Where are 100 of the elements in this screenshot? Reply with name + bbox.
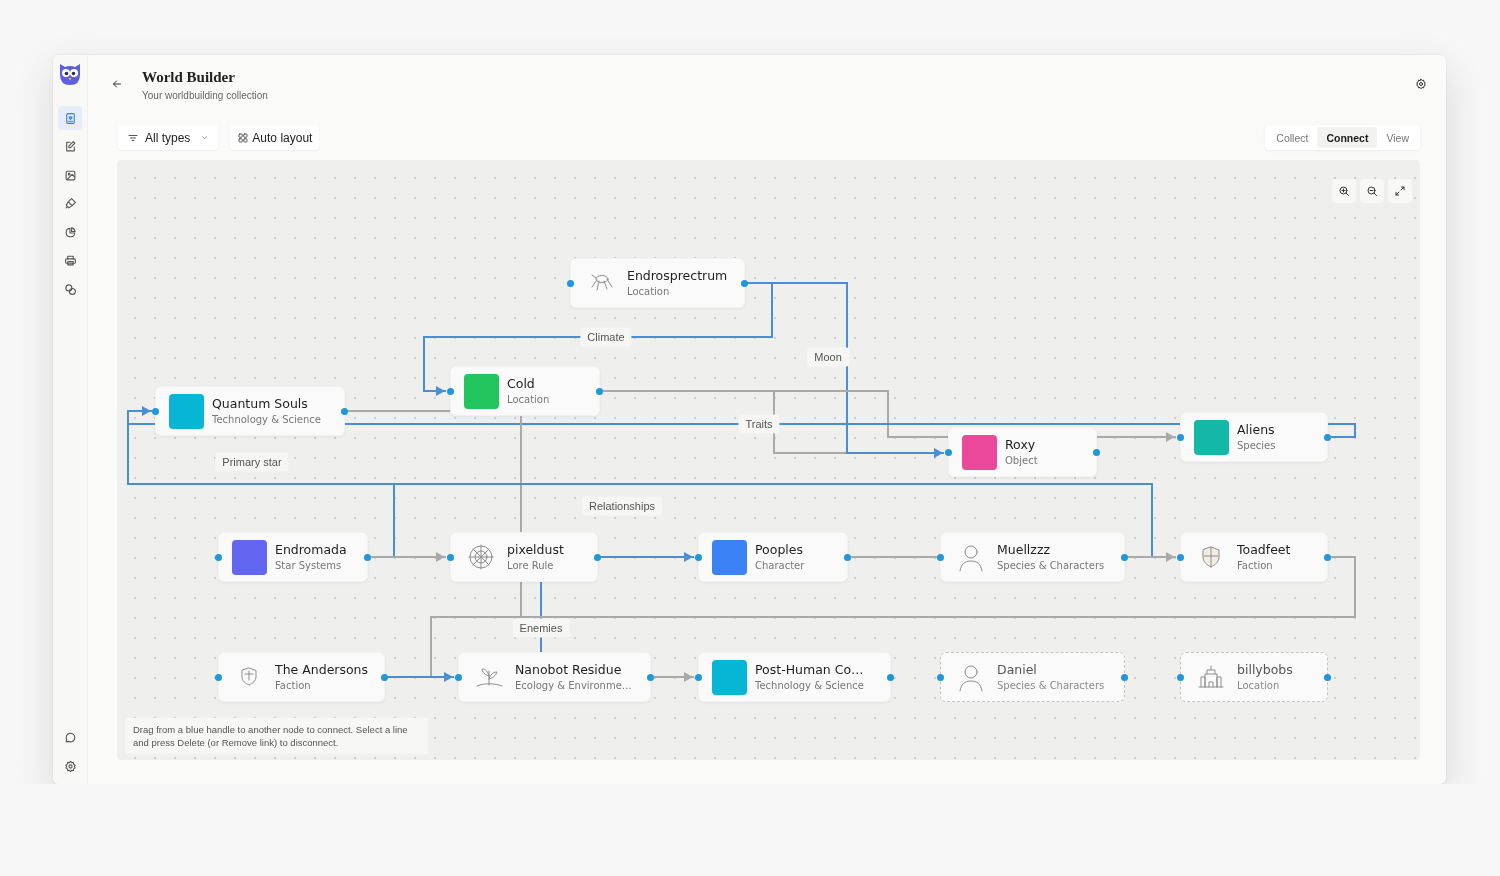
image-icon	[63, 168, 77, 182]
type-filter-dropdown[interactable]: All types	[118, 125, 219, 150]
hint-text: Drag from a blue handle to another node to connect. Select a line and press Delete (or Remove link) to disconnect.	[125, 718, 428, 754]
node-type: Species	[1237, 438, 1276, 453]
connection-handle[interactable]	[1177, 434, 1184, 441]
edge-label[interactable]: Relationships	[582, 496, 662, 516]
zoom-out-button[interactable]	[1360, 179, 1384, 203]
connection-handle[interactable]	[152, 408, 159, 415]
connection-handle[interactable]	[567, 280, 574, 287]
connection-handle[interactable]	[844, 554, 851, 561]
connection-handle[interactable]	[695, 674, 702, 681]
edge-label[interactable]: Primary star	[215, 452, 289, 472]
connection-handle[interactable]	[887, 674, 894, 681]
node-title: Toadfeet	[1237, 541, 1291, 558]
edge-label[interactable]: Moon	[807, 347, 849, 367]
connection-handle[interactable]	[447, 554, 454, 561]
connection-handle[interactable]	[1121, 554, 1128, 561]
zoom-in-icon	[1338, 185, 1350, 197]
connection-handle[interactable]	[447, 388, 454, 395]
connection-handle[interactable]	[937, 554, 944, 561]
connection-handle[interactable]	[1177, 554, 1184, 561]
back-arrow-icon	[111, 78, 123, 90]
edit-icon	[63, 140, 77, 154]
compass-emblem-icon	[466, 542, 496, 572]
node-card[interactable]: Post-Human Co… Technology & Science	[698, 652, 891, 702]
connection-handle[interactable]	[1093, 449, 1100, 456]
node-card[interactable]: Muellzzz Species & Characters	[940, 532, 1125, 582]
node-card[interactable]: pixeldust Lore Rule	[450, 532, 598, 582]
node-type: Object	[1005, 453, 1038, 468]
connection-handle[interactable]	[596, 388, 603, 395]
edge-label[interactable]: Climate	[580, 327, 632, 347]
node-card[interactable]: Pooples Character	[698, 532, 848, 582]
connection-handle[interactable]	[1177, 674, 1184, 681]
connection-handle[interactable]	[215, 554, 222, 561]
connector-line[interactable]	[601, 552, 694, 562]
owl-logo-icon	[57, 61, 83, 87]
node-title: Muellzzz	[997, 541, 1052, 558]
mode-tab[interactable]: Connect	[1317, 127, 1378, 148]
connector-line[interactable]	[395, 483, 1153, 558]
connection-handle[interactable]	[455, 674, 462, 681]
connection-handle[interactable]	[695, 554, 702, 561]
connection-handle[interactable]	[381, 674, 388, 681]
person-silhouette-icon	[956, 662, 986, 692]
node-card[interactable]: Nanobot Residue Ecology & Environme…	[458, 652, 651, 702]
node-card[interactable]: Endrosprectrum Location	[570, 258, 745, 308]
node-title: Daniel	[997, 661, 1038, 678]
node-type: Star Systems	[275, 558, 343, 573]
connector-line[interactable]	[603, 390, 846, 454]
node-card[interactable]: The Andersons Faction	[218, 652, 385, 702]
settings-icon	[63, 759, 77, 773]
connection-handle[interactable]	[594, 554, 601, 561]
node-title: billybobs	[1237, 661, 1293, 678]
connection-handle[interactable]	[1324, 674, 1331, 681]
node-card[interactable]: Roxy Object	[948, 427, 1097, 477]
node-title: Endrosprectrum	[627, 267, 728, 284]
connection-handle[interactable]	[647, 674, 654, 681]
connection-handle[interactable]	[937, 674, 944, 681]
settings-icon	[1415, 78, 1427, 90]
node-type: Faction	[275, 678, 312, 693]
node-type: Technology & Science	[212, 412, 321, 427]
connection-handle[interactable]	[364, 554, 371, 561]
sidebar-item[interactable]	[58, 106, 82, 130]
page-subtitle: Your worldbuilding collection	[142, 89, 268, 102]
person-silhouette-icon	[956, 542, 986, 572]
edge-label[interactable]: Enemies	[512, 618, 570, 638]
connection-handle[interactable]	[945, 449, 952, 456]
mode-tab[interactable]: Collect	[1267, 127, 1318, 148]
node-title: Quantum Souls	[212, 395, 309, 412]
node-card[interactable]: Cold Location	[450, 366, 600, 416]
node-card[interactable]: Daniel Species & Characters	[940, 652, 1125, 702]
auto-layout-button[interactable]: Auto layout	[230, 125, 320, 150]
brush-icon	[63, 197, 77, 211]
node-card[interactable]: Endromada Star Systems	[218, 532, 368, 582]
page-title: World Builder	[142, 68, 236, 86]
printer-icon	[63, 254, 77, 268]
node-card[interactable]: Toadfeet Faction	[1180, 532, 1328, 582]
node-card[interactable]: billybobs Location	[1180, 652, 1328, 702]
connection-handle[interactable]	[1121, 674, 1128, 681]
connection-handle[interactable]	[341, 408, 348, 415]
edge-label[interactable]: Traits	[738, 414, 780, 434]
node-title: Nanobot Residue	[515, 661, 623, 678]
node-title: Post-Human Co…	[755, 661, 864, 678]
connection-handle[interactable]	[1324, 434, 1331, 441]
connector-line[interactable]	[388, 672, 454, 682]
connector-line[interactable]	[430, 556, 1356, 676]
connection-handle[interactable]	[741, 280, 748, 287]
mode-tab[interactable]: View	[1377, 127, 1418, 148]
node-type: Species & Characters	[997, 558, 1105, 573]
connection-handle[interactable]	[215, 674, 222, 681]
node-card[interactable]: Aliens Species	[1180, 412, 1328, 462]
settings-button[interactable]	[1413, 76, 1429, 92]
zoom-in-button[interactable]	[1332, 179, 1356, 203]
node-type: Location	[1237, 678, 1281, 693]
node-type: Character	[755, 558, 805, 573]
node-type: Faction	[1237, 558, 1274, 573]
connector-line[interactable]	[773, 282, 944, 458]
chat-icon	[63, 730, 77, 744]
node-title: Cold	[507, 375, 536, 392]
connection-handle[interactable]	[1324, 554, 1331, 561]
node-card[interactable]: Quantum Souls Technology & Science	[155, 386, 345, 436]
